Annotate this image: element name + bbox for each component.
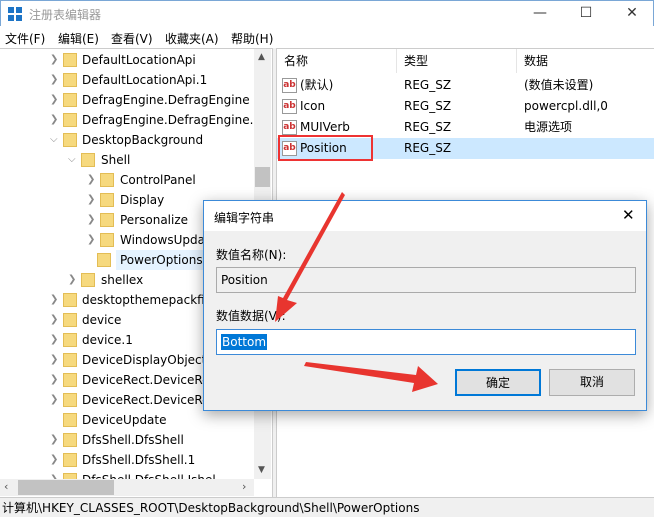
arrow-to-data-field — [275, 192, 345, 322]
annotation-arrows — [275, 192, 438, 392]
arrow-to-ok-button — [304, 362, 438, 392]
status-bar-path: 计算机\HKEY_CLASSES_ROOT\DesktopBackground\… — [0, 497, 654, 517]
